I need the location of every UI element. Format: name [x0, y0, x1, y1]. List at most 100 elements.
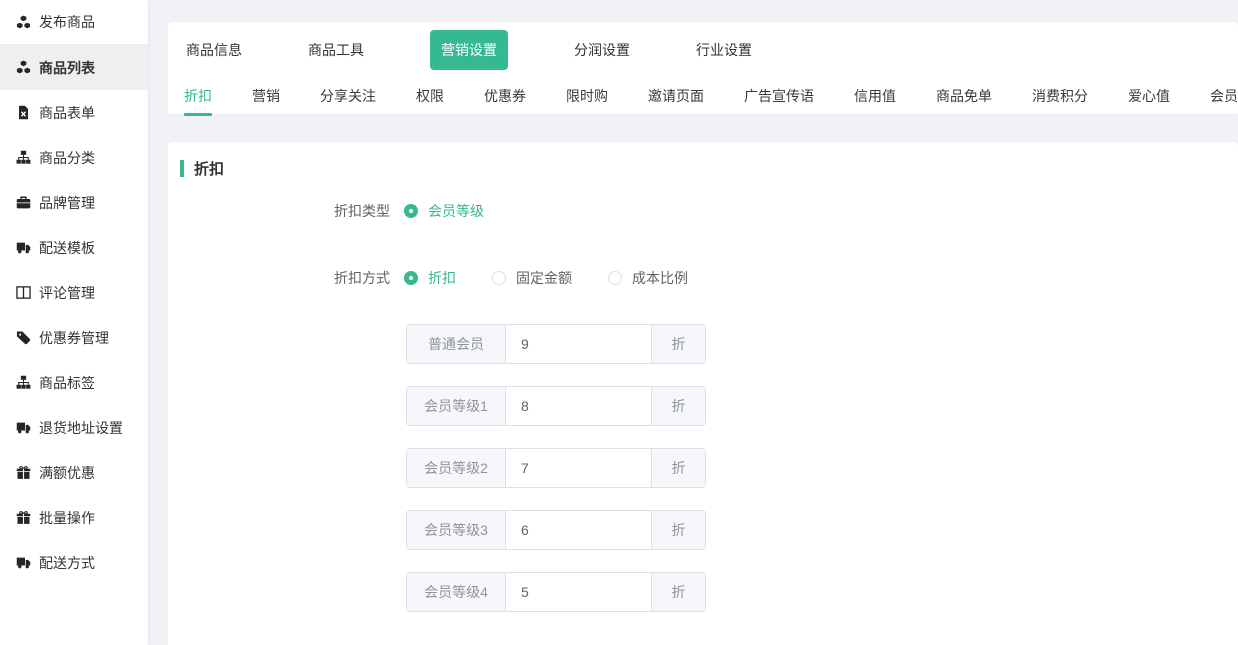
subtab-ad-slogan[interactable]: 广告宣传语: [744, 78, 814, 114]
sidebar-item-label: 评论管理: [39, 283, 95, 303]
unit-label: 折: [651, 387, 705, 425]
sidebar-item-label: 批量操作: [39, 508, 95, 528]
secondary-tabs: 折扣 营销 分享关注 权限 优惠券 限时购 邀请页面 广告宣传语 信用值 商品免…: [168, 78, 1238, 116]
subtab-coupon[interactable]: 优惠券: [484, 78, 526, 114]
briefcase-icon: [16, 195, 31, 210]
sitemap-icon: [16, 150, 31, 165]
subtab-free-order[interactable]: 商品免单: [936, 78, 992, 114]
columns-icon: [16, 285, 31, 300]
main-area: 商品信息 商品工具 营销设置 分润设置 行业设置 折扣 营销 分享关注 权限 优…: [168, 0, 1238, 645]
level-name-label: 会员等级4: [407, 573, 506, 611]
radio-unchecked-icon[interactable]: [608, 271, 622, 285]
subtab-flash-sale[interactable]: 限时购: [566, 78, 608, 114]
sidebar-item-coupon-management[interactable]: 优惠券管理: [0, 315, 148, 360]
gift-icon: [16, 510, 31, 525]
level-row-level1: 会员等级1 折: [406, 386, 706, 426]
sidebar-item-label: 优惠券管理: [39, 328, 109, 348]
sidebar-item-full-amount-discount[interactable]: 满额优惠: [0, 450, 148, 495]
section-header: 折扣: [180, 158, 1238, 179]
truck-icon: [16, 420, 31, 435]
discount-type-label: 折扣类型: [168, 201, 404, 221]
subtab-permissions[interactable]: 权限: [416, 78, 444, 114]
sidebar-item-label: 品牌管理: [39, 193, 95, 213]
level-row-normal-member: 普通会员 折: [406, 324, 706, 364]
sidebar-item-delivery-method[interactable]: 配送方式: [0, 540, 148, 585]
section-title: 折扣: [194, 158, 224, 179]
sidebar-item-label: 配送模板: [39, 238, 95, 258]
unit-label: 折: [651, 573, 705, 611]
discount-panel: 折扣 折扣类型 会员等级 折扣方式 折扣 固定金额: [168, 142, 1238, 645]
primary-tabs: 商品信息 商品工具 营销设置 分润设置 行业设置: [168, 22, 1238, 78]
radio-member-level[interactable]: 会员等级: [404, 201, 484, 221]
unit-label: 折: [651, 449, 705, 487]
level-name-label: 会员等级2: [407, 449, 506, 487]
cubes-icon: [16, 15, 31, 30]
sidebar-item-return-address-settings[interactable]: 退货地址设置: [0, 405, 148, 450]
cubes-icon: [16, 60, 31, 75]
radio-discount[interactable]: 折扣: [404, 268, 456, 288]
subtab-invite-page[interactable]: 邀请页面: [648, 78, 704, 114]
tab-product-tools[interactable]: 商品工具: [308, 40, 364, 60]
level-row-level4: 会员等级4 折: [406, 572, 706, 612]
subtab-member-price[interactable]: 会员价: [1210, 78, 1238, 114]
subtab-discount[interactable]: 折扣: [184, 78, 212, 114]
tab-marketing-settings[interactable]: 营销设置: [430, 30, 508, 70]
tab-profit-sharing-settings[interactable]: 分润设置: [574, 40, 630, 60]
unit-label: 折: [651, 325, 705, 363]
sidebar-item-label: 商品表单: [39, 103, 95, 123]
gift-icon: [16, 465, 31, 480]
sidebar-item-product-tags[interactable]: 商品标签: [0, 360, 148, 405]
discount-value-input[interactable]: [506, 449, 651, 487]
radio-fixed-amount[interactable]: 固定金额: [492, 268, 572, 288]
radio-checked-icon[interactable]: [404, 271, 418, 285]
discount-mode-label: 折扣方式: [168, 268, 404, 288]
sidebar-item-label: 满额优惠: [39, 463, 95, 483]
tabs-card: 商品信息 商品工具 营销设置 分润设置 行业设置 折扣 营销 分享关注 权限 优…: [168, 22, 1238, 116]
truck-icon: [16, 555, 31, 570]
section-accent-bar: [180, 160, 184, 177]
sidebar-item-shipping-template[interactable]: 配送模板: [0, 225, 148, 270]
sidebar-item-label: 商品分类: [39, 148, 95, 168]
unit-label: 折: [651, 511, 705, 549]
discount-form: 折扣类型 会员等级 折扣方式 折扣 固定金额 成本比例: [168, 199, 1238, 612]
subtab-consume-points[interactable]: 消费积分: [1032, 78, 1088, 114]
discount-mode-row: 折扣方式 折扣 固定金额 成本比例: [168, 266, 1238, 290]
sidebar: 发布商品 商品列表 商品表单 商品分类 品牌管理 配送模板 评论: [0, 0, 148, 645]
discount-type-row: 折扣类型 会员等级: [168, 199, 1238, 223]
radio-unchecked-icon[interactable]: [492, 271, 506, 285]
radio-cost-ratio[interactable]: 成本比例: [608, 268, 688, 288]
sidebar-item-product-list[interactable]: 商品列表: [0, 45, 148, 90]
sidebar-item-batch-operation[interactable]: 批量操作: [0, 495, 148, 540]
level-row-level3: 会员等级3 折: [406, 510, 706, 550]
discount-value-input[interactable]: [506, 511, 651, 549]
radio-checked-icon[interactable]: [404, 204, 418, 218]
discount-value-input[interactable]: [506, 325, 651, 363]
level-row-level2: 会员等级2 折: [406, 448, 706, 488]
member-level-discount-list: 普通会员 折 会员等级1 折 会员等级2 折 会员等级3: [406, 324, 1238, 612]
subtab-love-value[interactable]: 爱心值: [1128, 78, 1170, 114]
discount-value-input[interactable]: [506, 573, 651, 611]
sidebar-item-label: 发布商品: [39, 12, 95, 32]
sitemap-icon: [16, 375, 31, 390]
subtab-share-follow[interactable]: 分享关注: [320, 78, 376, 114]
tab-product-info[interactable]: 商品信息: [186, 40, 242, 60]
level-name-label: 会员等级1: [407, 387, 506, 425]
subtab-credit-value[interactable]: 信用值: [854, 78, 896, 114]
sidebar-item-product-form[interactable]: 商品表单: [0, 90, 148, 135]
sidebar-item-brand-management[interactable]: 品牌管理: [0, 180, 148, 225]
sidebar-item-label: 商品标签: [39, 373, 95, 393]
truck-icon: [16, 240, 31, 255]
tab-industry-settings[interactable]: 行业设置: [696, 40, 752, 60]
sidebar-item-label: 配送方式: [39, 553, 95, 573]
sidebar-item-comment-management[interactable]: 评论管理: [0, 270, 148, 315]
subtab-marketing[interactable]: 营销: [252, 78, 280, 114]
sidebar-item-label: 商品列表: [39, 58, 95, 78]
level-name-label: 普通会员: [407, 325, 506, 363]
discount-value-input[interactable]: [506, 387, 651, 425]
level-name-label: 会员等级3: [407, 511, 506, 549]
sidebar-item-publish-product[interactable]: 发布商品: [0, 0, 148, 45]
sidebar-item-label: 退货地址设置: [39, 418, 123, 438]
file-excel-icon: [16, 105, 31, 120]
sidebar-item-product-category[interactable]: 商品分类: [0, 135, 148, 180]
tag-icon: [16, 330, 31, 345]
